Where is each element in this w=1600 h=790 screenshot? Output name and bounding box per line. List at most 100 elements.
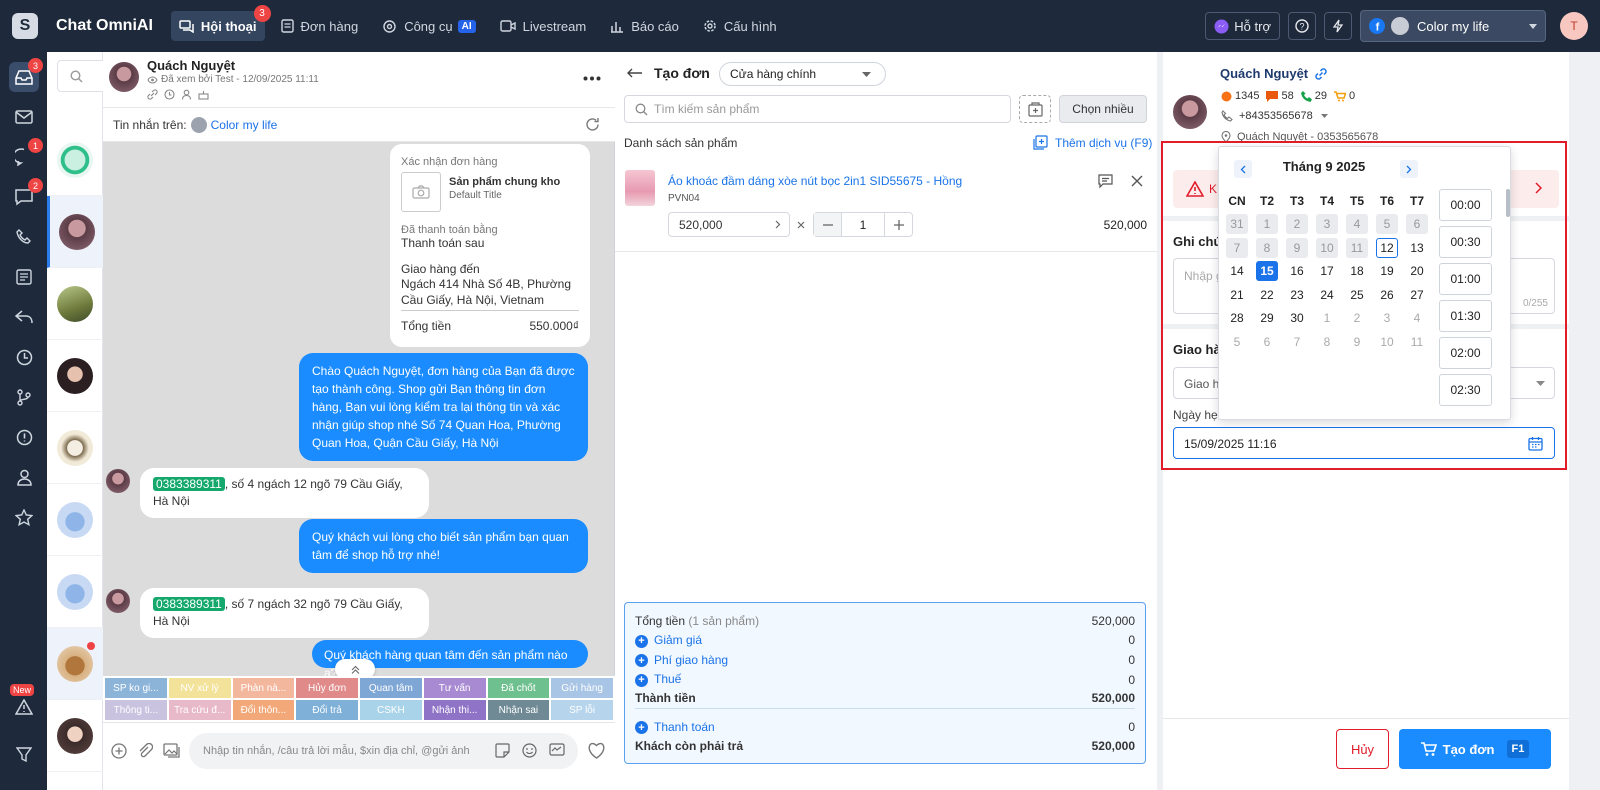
contact-avatar[interactable] xyxy=(109,62,139,92)
calendar-day[interactable]: 18 xyxy=(1342,260,1372,284)
conversation-item[interactable] xyxy=(47,340,103,412)
rail-warning[interactable] xyxy=(9,692,39,722)
add-product-button[interactable] xyxy=(1019,95,1051,123)
image-icon[interactable] xyxy=(163,743,181,758)
rail-messenger[interactable]: 1 xyxy=(9,138,43,172)
back-arrow-icon[interactable] xyxy=(627,68,643,78)
conversation-item[interactable] xyxy=(47,556,103,628)
quick-reply-chip[interactable]: Nhận sai xyxy=(487,700,550,720)
quick-reply-chip[interactable]: Tra cứu đ... xyxy=(168,700,231,720)
emoji-icon[interactable] xyxy=(522,743,537,758)
heart-icon[interactable] xyxy=(587,742,606,759)
conversation-item[interactable] xyxy=(47,412,103,484)
contact-name[interactable]: Quách Nguyệt xyxy=(147,58,235,73)
select-multiple-button[interactable]: Chọn nhiều xyxy=(1059,95,1147,123)
calendar-day[interactable]: 9 xyxy=(1282,236,1312,260)
calendar-day[interactable]: 23 xyxy=(1282,283,1312,307)
rail-filter[interactable] xyxy=(9,740,39,770)
plus-circle-icon[interactable] xyxy=(111,743,127,759)
calendar-day[interactable]: 20 xyxy=(1402,260,1432,284)
time-option[interactable]: 01:30 xyxy=(1439,300,1492,332)
support-button[interactable]: Hỗ trợ xyxy=(1205,12,1280,40)
time-option[interactable]: 02:00 xyxy=(1439,337,1492,369)
conversation-item[interactable] xyxy=(47,268,103,340)
calendar-day[interactable]: 11 xyxy=(1402,330,1432,354)
customer-name-text[interactable]: Quách Nguyệt xyxy=(1220,66,1308,81)
nav-cau-hinh[interactable]: Cấu hình xyxy=(695,11,785,41)
calendar-day[interactable]: 25 xyxy=(1342,283,1372,307)
calendar-day[interactable]: 4 xyxy=(1342,213,1372,237)
conversation-item-selected[interactable] xyxy=(47,196,103,268)
price-input[interactable]: 520,000 xyxy=(668,212,790,237)
shipping-link[interactable]: Phí giao hàng xyxy=(654,653,728,667)
close-icon[interactable] xyxy=(1131,175,1143,187)
calendar-day[interactable]: 5 xyxy=(1372,213,1402,237)
rail-flow[interactable] xyxy=(9,382,39,412)
tax-link[interactable]: Thuế xyxy=(654,672,681,686)
plus-icon[interactable]: + xyxy=(635,673,648,687)
quick-reply-chip[interactable]: Thông ti... xyxy=(105,700,167,720)
create-order-button[interactable]: Tạo đơn F1 xyxy=(1399,729,1551,769)
quick-reply-chip[interactable]: Nhận thi... xyxy=(423,700,486,720)
calendar-day[interactable]: 7 xyxy=(1222,236,1252,260)
calendar-day[interactable]: 14 xyxy=(1222,260,1252,284)
nav-hoi-thoai[interactable]: Hội thoại 3 xyxy=(170,5,271,41)
link-icon[interactable] xyxy=(1314,67,1328,81)
calendar-day[interactable]: 2 xyxy=(1342,307,1372,331)
calendar-day[interactable]: 22 xyxy=(1252,283,1282,307)
link-icon[interactable] xyxy=(147,89,158,100)
calendar-day[interactable]: 4 xyxy=(1402,307,1432,331)
person-icon[interactable] xyxy=(181,89,192,100)
calendar-day[interactable]: 15 xyxy=(1252,260,1282,284)
calendar-day[interactable]: 24 xyxy=(1312,283,1342,307)
plus-icon[interactable]: + xyxy=(635,654,648,668)
rail-inbox[interactable]: 3 xyxy=(9,58,43,92)
quick-reply-chip[interactable]: SP ko gi... xyxy=(105,678,167,698)
add-service-link[interactable]: Thêm dịch vụ (F9) xyxy=(1033,135,1152,150)
activity-icon[interactable] xyxy=(549,743,565,758)
calendar-day[interactable]: 9 xyxy=(1342,330,1372,354)
quick-reply-chip[interactable]: CSKH xyxy=(360,700,422,720)
plus-icon[interactable]: + xyxy=(635,634,648,648)
discount-link[interactable]: Giảm giá xyxy=(654,633,702,647)
nav-cong-cu[interactable]: Công cụ AI xyxy=(374,11,483,41)
cancel-button[interactable]: Hủy xyxy=(1336,729,1389,769)
calendar-day[interactable]: 11 xyxy=(1342,236,1372,260)
calendar-day[interactable]: 3 xyxy=(1312,213,1342,237)
quick-reply-chip[interactable]: Phàn nà... xyxy=(232,678,295,698)
rail-comments[interactable]: 2 xyxy=(9,178,43,212)
cake-icon[interactable] xyxy=(198,89,209,100)
product-name[interactable]: Áo khoác đầm dáng xòe nút bọc 2in1 SID55… xyxy=(668,174,962,188)
decrement-button[interactable] xyxy=(814,213,842,236)
calendar-day[interactable]: 12 xyxy=(1372,236,1402,260)
calendar-day[interactable]: 13 xyxy=(1402,236,1432,260)
refresh-icon[interactable] xyxy=(585,117,600,132)
nav-livestream[interactable]: Livestream xyxy=(492,11,595,41)
calendar-day[interactable]: 2 xyxy=(1282,213,1312,237)
flash-button[interactable] xyxy=(1324,12,1352,40)
time-scrollbar[interactable] xyxy=(1506,189,1510,217)
chevron-right-icon[interactable] xyxy=(1400,160,1418,178)
calendar-day[interactable]: 10 xyxy=(1372,330,1402,354)
calendar-day[interactable]: 1 xyxy=(1312,307,1342,331)
time-option[interactable]: 01:00 xyxy=(1439,263,1492,295)
rail-favorites[interactable] xyxy=(9,502,39,532)
plus-icon[interactable]: + xyxy=(635,721,648,735)
quantity-value[interactable]: 1 xyxy=(842,213,884,236)
via-page[interactable]: Color my life xyxy=(211,118,278,132)
quick-reply-chip[interactable]: Đổi thôn... xyxy=(232,700,295,720)
phone-tag[interactable]: 0383389311 xyxy=(153,477,225,491)
rail-alert[interactable] xyxy=(9,422,39,452)
help-button[interactable]: ? xyxy=(1288,12,1316,40)
calendar-day[interactable]: 31 xyxy=(1222,213,1252,237)
conversation-item[interactable] xyxy=(47,484,103,556)
nav-don-hang[interactable]: Đơn hàng xyxy=(273,11,367,41)
nav-bao-cao[interactable]: Báo cáo xyxy=(602,11,687,41)
conversation-item[interactable] xyxy=(47,700,103,772)
quick-reply-chip[interactable]: Tư vấn xyxy=(423,678,486,698)
phone-tag[interactable]: 0383389311 xyxy=(153,597,225,611)
customer-avatar[interactable] xyxy=(1173,95,1207,129)
calendar-day[interactable]: 6 xyxy=(1402,213,1432,237)
user-avatar[interactable]: T xyxy=(1560,12,1588,40)
payment-link[interactable]: Thanh toán xyxy=(654,720,715,734)
